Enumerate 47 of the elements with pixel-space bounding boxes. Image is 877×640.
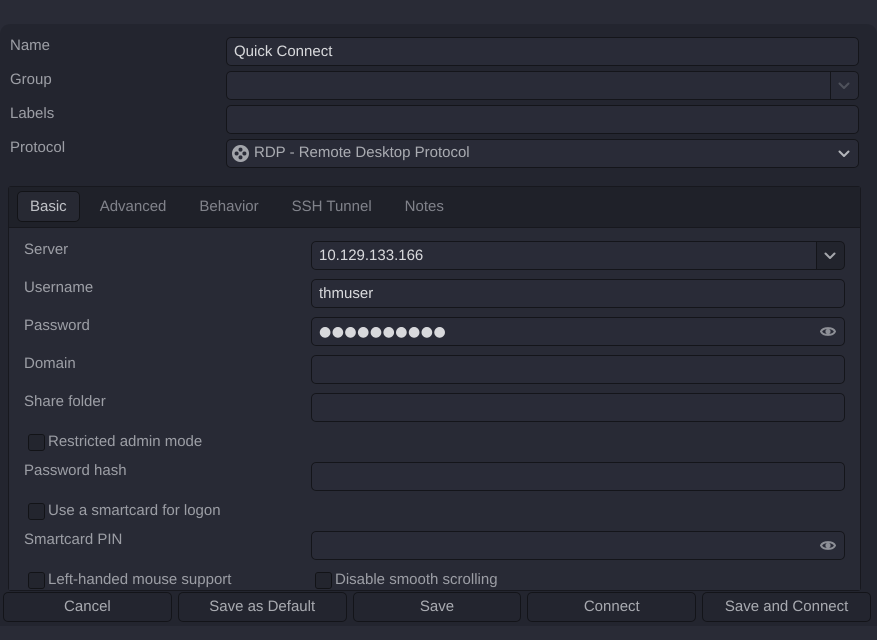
dialog-button[interactable]: Save as Default (178, 592, 347, 622)
field-label: Domain (24, 355, 77, 373)
checkbox[interactable] (315, 572, 332, 588)
text-field[interactable]: Quick Connect (226, 37, 859, 66)
dialog-button[interactable]: Save and Connect (702, 592, 871, 622)
checkbox[interactable] (28, 502, 45, 520)
password-field[interactable]: ●●●●●●●●●● (311, 317, 845, 346)
checkbox-label: Restricted admin mode (48, 433, 202, 451)
field-label: Username (24, 279, 94, 297)
checkbox-label: Disable smooth scrolling (335, 571, 498, 589)
protocol-dropdown[interactable]: RDP - Remote Desktop Protocol (226, 139, 859, 168)
tab[interactable]: Notes (392, 191, 457, 222)
eye-icon[interactable] (820, 325, 836, 338)
text-field[interactable] (311, 393, 845, 422)
chevron-down-icon (838, 82, 850, 90)
field-label: Share folder (24, 393, 107, 411)
field-label: Labels (10, 105, 56, 123)
text-field[interactable] (311, 355, 845, 384)
field-label: Group (10, 71, 53, 89)
combo-entry-field[interactable] (226, 71, 831, 100)
field-label: Server (24, 241, 70, 259)
protocol-icon (232, 145, 249, 162)
field-label: Protocol (10, 139, 66, 157)
field-label: Password hash (24, 462, 128, 480)
checkbox-label: Left-handed mouse support (48, 571, 232, 589)
checkbox[interactable] (28, 434, 45, 450)
tab[interactable]: Behavior (186, 191, 272, 222)
checkbox-label: Use a smartcard for logon (48, 502, 221, 520)
field-label: Smartcard PIN (24, 531, 124, 549)
field-label: Name (10, 37, 52, 55)
checkbox[interactable] (28, 572, 45, 588)
text-field[interactable] (311, 462, 845, 491)
combo-entry-field[interactable]: 10.129.133.166 (311, 241, 817, 270)
password-field[interactable] (311, 531, 845, 560)
chevron-down-icon (824, 252, 836, 260)
text-field[interactable]: thmuser (311, 279, 845, 308)
tab[interactable]: Advanced (86, 191, 180, 222)
text-field[interactable] (226, 105, 859, 134)
dropdown-toggle-button[interactable] (816, 241, 845, 270)
chevron-down-icon (838, 150, 850, 158)
tab[interactable]: SSH Tunnel (278, 191, 385, 222)
tab[interactable]: Basic (17, 191, 80, 222)
eye-icon[interactable] (820, 539, 836, 552)
dialog-button[interactable]: Connect (527, 592, 696, 622)
field-label: Password (24, 317, 91, 335)
dialog-button[interactable]: Save (352, 592, 522, 622)
dialog-button[interactable]: Cancel (3, 592, 172, 622)
